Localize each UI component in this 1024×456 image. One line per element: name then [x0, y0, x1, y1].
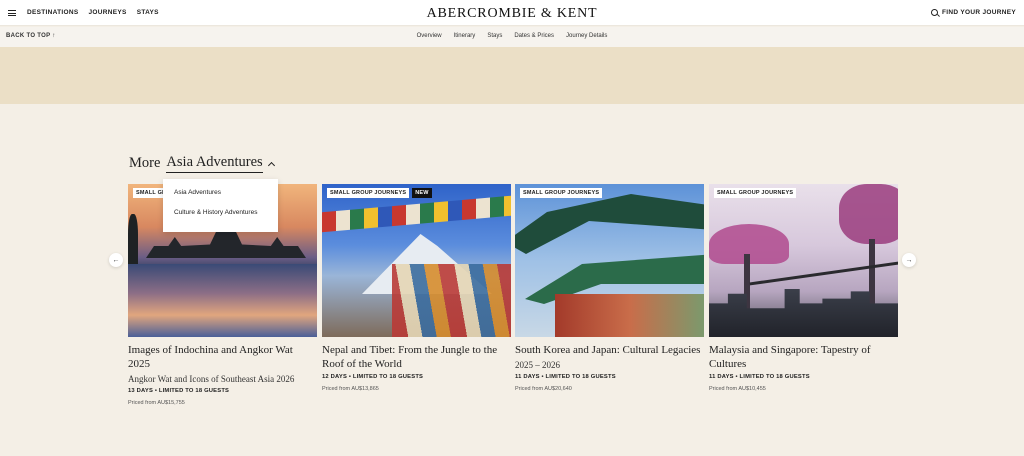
section-title-dropdown[interactable]: Asia Adventures [166, 154, 263, 173]
image-temple [146, 228, 306, 258]
beige-band [0, 47, 1024, 104]
section-title: More Asia Adventures [129, 154, 275, 173]
subnav-itinerary[interactable]: Itinerary [454, 33, 476, 39]
image-prayer-flags-foreground [392, 264, 511, 337]
arrow-right-icon: → [905, 256, 913, 264]
chevron-up-icon[interactable] [267, 161, 275, 169]
subnav-dates-prices[interactable]: Dates & Prices [514, 33, 554, 39]
journey-card-price: Priced from AU$20,640 [515, 386, 572, 392]
badge-group: SMALL GROUP JOURNEYS [714, 188, 797, 198]
site-header: DESTINATIONS JOURNEYS STAYS ABERCROMBIE … [0, 0, 1024, 26]
journey-card-price: Priced from AU$13,865 [322, 386, 379, 392]
image-wall [555, 294, 704, 337]
image-skyway [749, 261, 898, 286]
subnav-links: Overview Itinerary Stays Dates & Prices … [0, 33, 1024, 39]
dropdown-option-culture-history[interactable]: Culture & History Adventures [174, 209, 278, 216]
journey-card-meta: 11 DAYS • LIMITED TO 18 GUESTS [709, 374, 810, 380]
journey-card-subtitle: Angkor Wat and Icons of Southeast Asia 2… [128, 374, 295, 384]
journey-card-title[interactable]: Nepal and Tibet: From the Jungle to the … [322, 343, 511, 371]
image-water [128, 264, 317, 337]
journey-card-meta: 13 DAYS • LIMITED TO 18 GUESTS [128, 388, 230, 394]
dropdown-option-asia-adventures[interactable]: Asia Adventures [174, 189, 278, 196]
badge-new: NEW [412, 188, 432, 198]
badge-group: SMALL GROUP JOURNEYS NEW [327, 188, 432, 198]
carousel-next-button[interactable]: → [902, 253, 916, 267]
journey-card-meta: 12 DAYS • LIMITED TO 18 GUESTS [322, 374, 424, 380]
find-your-journey-label: FIND YOUR JOURNEY [942, 9, 1016, 16]
journey-card-price: Priced from AU$15,755 [128, 400, 185, 406]
carousel-prev-button[interactable]: ← [109, 253, 123, 267]
badge-small-group: SMALL GROUP JOURNEYS [327, 188, 410, 198]
badge-small-group: SMALL GROUP JOURNEYS [520, 188, 603, 198]
subnav-overview[interactable]: Overview [417, 33, 442, 39]
badge-group: SMALL GROUP JOURNEYS [520, 188, 603, 198]
journey-card-meta: 11 DAYS • LIMITED TO 18 GUESTS [515, 374, 616, 380]
journey-card-subtitle: 2025 – 2026 [515, 360, 560, 370]
site-logo[interactable]: ABERCROMBIE & KENT [0, 6, 1024, 22]
page-subnav: BACK TO TOP ↑ Overview Itinerary Stays D… [0, 27, 1024, 47]
journey-card-title[interactable]: South Korea and Japan: Cultural Legacies [515, 343, 704, 357]
image-roof [515, 194, 704, 254]
journey-card-price: Priced from AU$10,455 [709, 386, 766, 392]
journey-card-image[interactable]: SMALL GROUP JOURNEYS NEW [322, 184, 511, 337]
adventure-type-dropdown: Asia Adventures Culture & History Advent… [163, 179, 278, 232]
journey-card-image[interactable]: SMALL GROUP JOURNEYS [709, 184, 898, 337]
journey-card-image[interactable]: SMALL GROUP JOURNEYS [515, 184, 704, 337]
badge-small-group: SMALL GROUP JOURNEYS [714, 188, 797, 198]
journey-card-title[interactable]: Malaysia and Singapore: Tapestry of Cult… [709, 343, 898, 371]
journey-card[interactable]: SMALL GROUP JOURNEYS South Korea and Jap… [515, 184, 704, 392]
journey-card[interactable]: SMALL GROUP JOURNEYS Malaysia and Singap… [709, 184, 898, 392]
subnav-journey-details[interactable]: Journey Details [566, 33, 607, 39]
image-supertree-right [839, 184, 898, 244]
subnav-stays[interactable]: Stays [487, 33, 502, 39]
find-your-journey-button[interactable]: FIND YOUR JOURNEY [931, 9, 1016, 16]
image-prayer-flags [322, 195, 511, 233]
journey-card-title[interactable]: Images of Indochina and Angkor Wat 2025 [128, 343, 317, 371]
search-icon [931, 9, 939, 16]
section-title-prefix: More [129, 155, 161, 171]
image-tree [128, 214, 138, 264]
journey-card[interactable]: SMALL GROUP JOURNEYS NEW Nepal and Tibet… [322, 184, 511, 392]
arrow-left-icon: ← [112, 256, 120, 264]
